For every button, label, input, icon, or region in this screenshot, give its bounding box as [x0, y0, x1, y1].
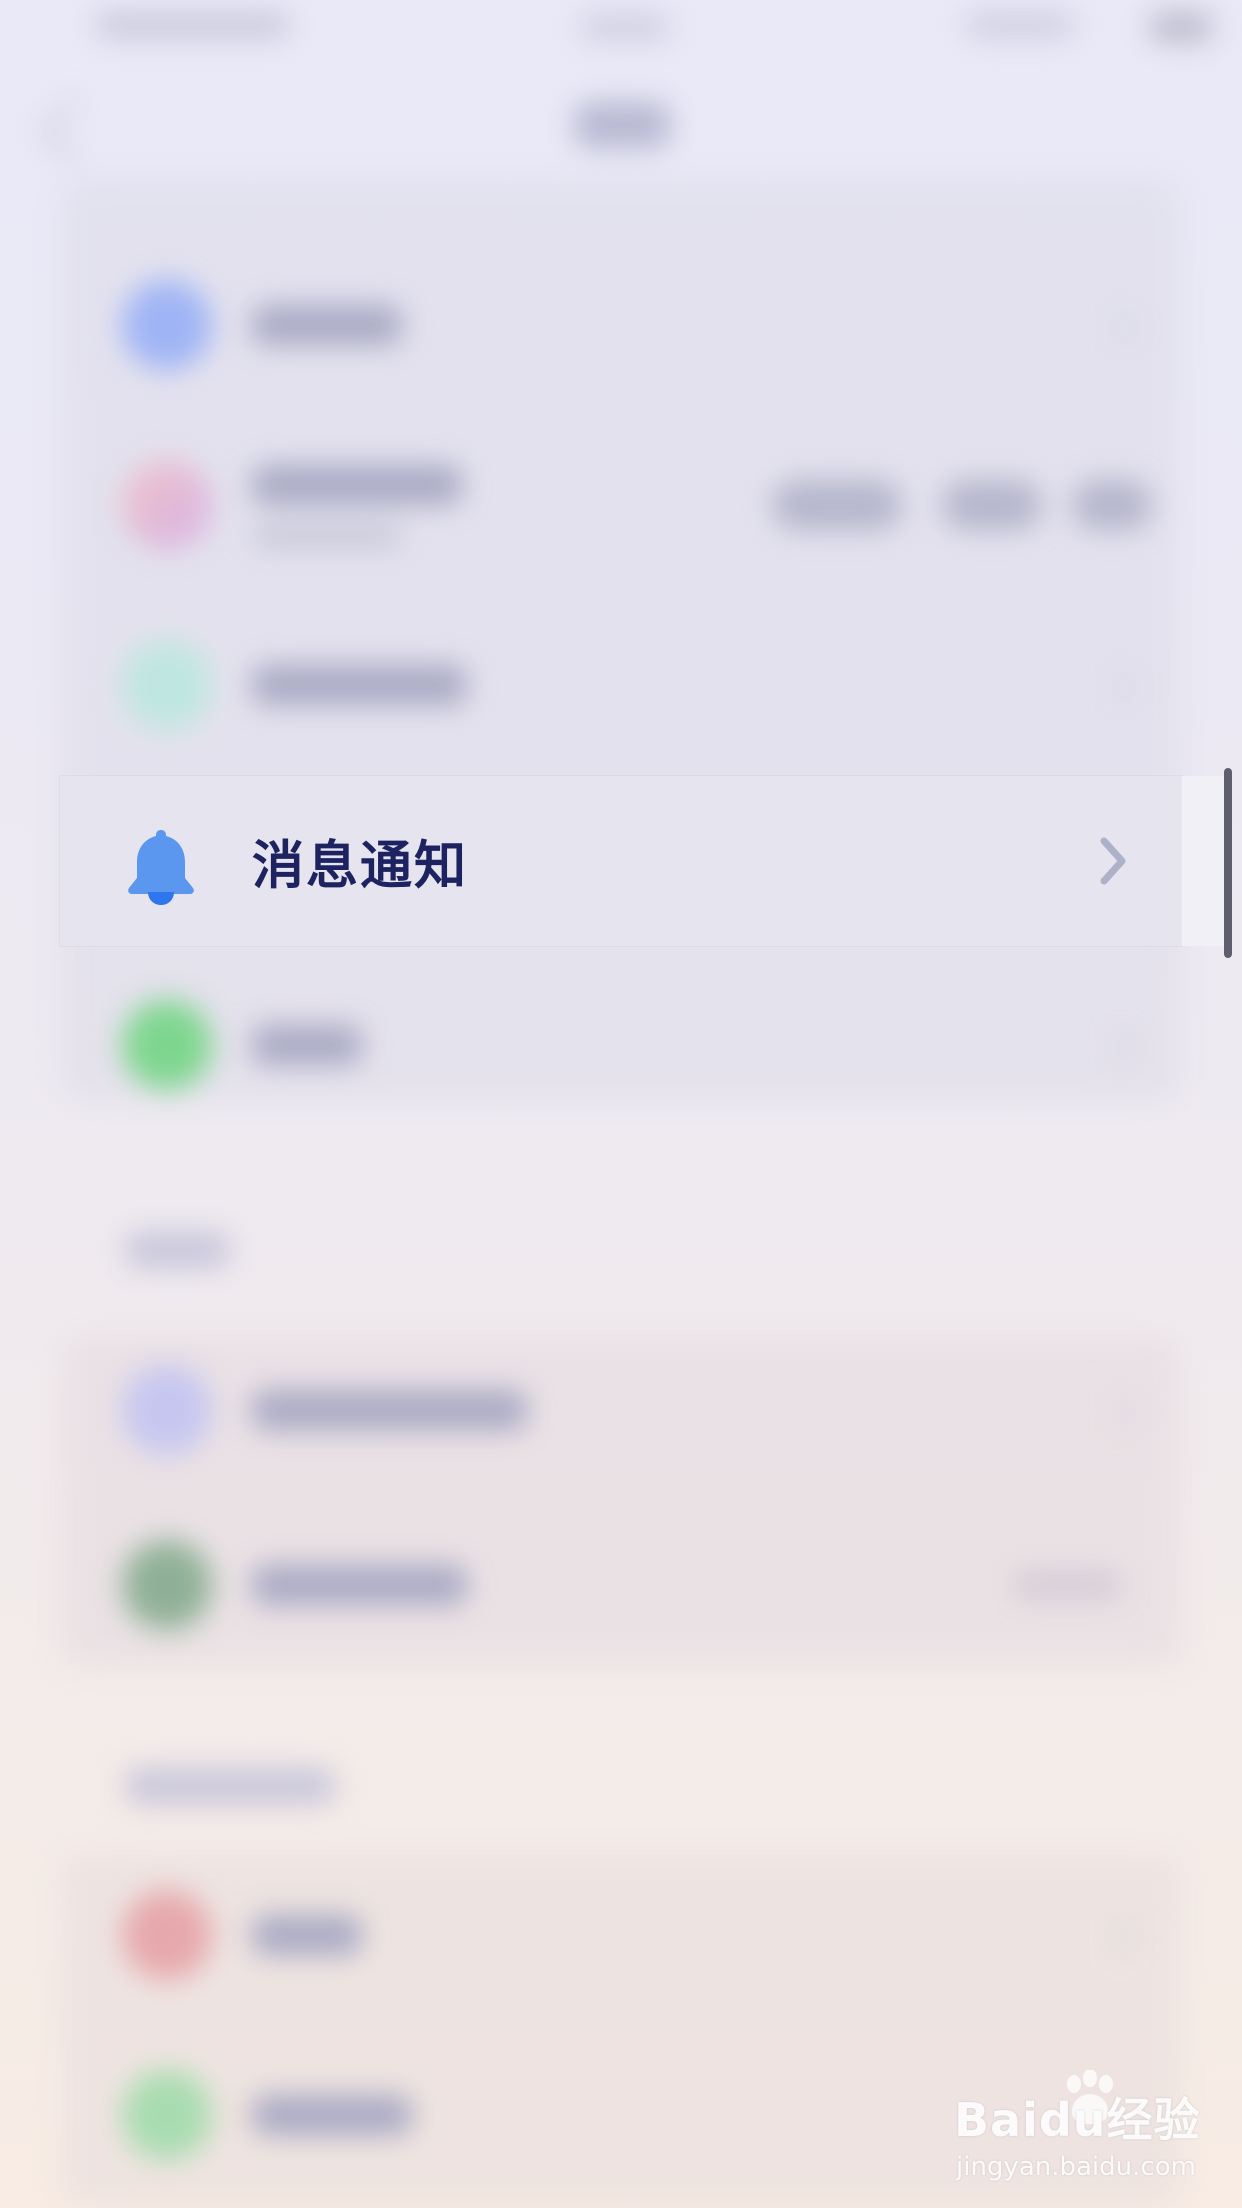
section-header [125, 1232, 230, 1268]
bell-icon [128, 830, 194, 905]
row-icon [122, 1000, 212, 1090]
page-title [575, 102, 670, 148]
status-indicators [965, 12, 1075, 38]
row-label [252, 665, 467, 705]
status-time [580, 14, 670, 40]
row-subtitle [252, 525, 402, 547]
list-item[interactable] [62, 415, 1180, 595]
row-label [252, 1025, 362, 1065]
chevron-right-icon [1097, 1393, 1136, 1432]
chevron-right-icon [1097, 308, 1136, 347]
chevron-right-icon [1097, 1028, 1136, 1067]
watermark: Baidu经验 jingyan.baidu.com [950, 2070, 1200, 2190]
watermark-url: jingyan.baidu.com [956, 2152, 1196, 2182]
row-icon [122, 460, 212, 550]
blurred-background [0, 0, 1242, 2208]
row-label [252, 2095, 412, 2135]
row-icon [122, 280, 212, 370]
status-bar [0, 0, 1242, 60]
battery-icon [1150, 12, 1212, 42]
chevron-right-icon [1097, 668, 1136, 707]
row-icon [122, 1540, 212, 1630]
list-item[interactable] [62, 235, 1180, 415]
list-item[interactable] [62, 1845, 1180, 2025]
back-icon[interactable] [40, 98, 106, 164]
notification-settings-row[interactable]: 消息通知 [60, 776, 1182, 946]
section-header [125, 1768, 335, 1804]
row-icon [122, 2070, 212, 2160]
row-option [772, 480, 902, 530]
row-option [942, 480, 1042, 530]
row-value [1012, 1570, 1122, 1600]
list-item[interactable] [62, 1320, 1180, 1500]
chevron-right-icon [1100, 837, 1126, 885]
row-label [252, 1390, 527, 1430]
row-label [252, 465, 462, 505]
watermark-brand: Baidu经验 [954, 2093, 1201, 2147]
row-label [252, 1915, 362, 1955]
nav-bar [0, 80, 1242, 170]
row-icon [122, 1365, 212, 1455]
chevron-right-icon [1097, 1918, 1136, 1957]
row-label [252, 1565, 467, 1605]
row-edge [1182, 776, 1224, 946]
row-icon [122, 640, 212, 730]
list-item[interactable] [62, 595, 1180, 775]
status-carrier [95, 12, 290, 38]
row-icon [122, 1890, 212, 1980]
list-item[interactable] [62, 955, 1180, 1135]
row-option [1072, 480, 1152, 530]
row-label: 消息通知 [252, 836, 469, 897]
scrollbar[interactable] [1224, 768, 1232, 958]
row-label [252, 305, 402, 345]
list-item[interactable] [62, 1495, 1180, 1675]
